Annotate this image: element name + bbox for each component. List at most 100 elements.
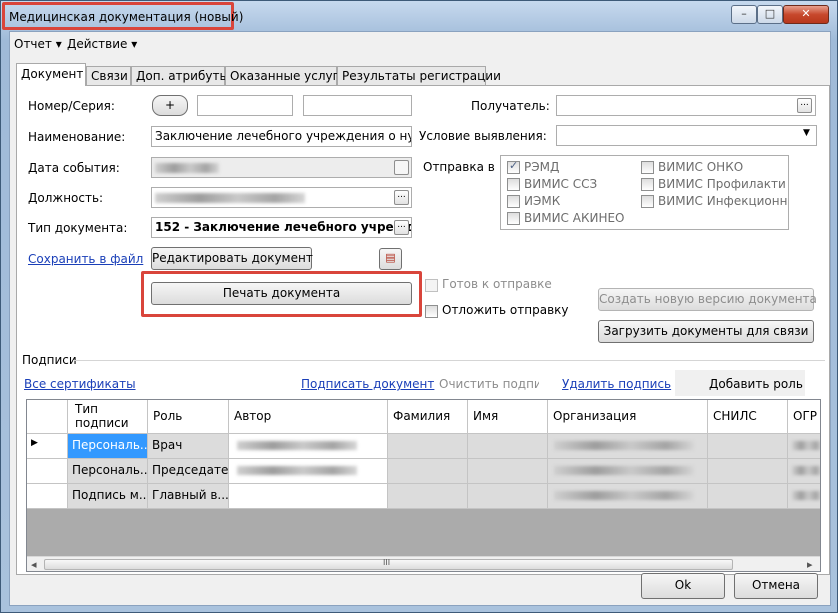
- col-snils[interactable]: СНИЛС: [708, 400, 788, 434]
- redacted-value: [792, 491, 820, 500]
- col-firstname[interactable]: Имя: [468, 400, 548, 434]
- defer-checkbox[interactable]: [425, 305, 438, 318]
- tab-extra-attributes[interactable]: Доп. атрибуты: [131, 66, 229, 85]
- cell-ogrn[interactable]: [788, 434, 820, 459]
- maximize-button[interactable]: □: [757, 5, 783, 24]
- cell-type[interactable]: Персональ...: [68, 459, 148, 484]
- scroll-grip: III: [383, 558, 391, 567]
- row-selector[interactable]: ▶: [27, 434, 68, 459]
- edit-document-button[interactable]: Редактировать документ: [151, 247, 313, 270]
- cell-role[interactable]: Врач: [148, 434, 229, 459]
- series-field[interactable]: [303, 95, 412, 116]
- col-signature-type[interactable]: Тип подписи: [68, 400, 148, 434]
- cell-snils[interactable]: [708, 459, 788, 484]
- cell-firstname[interactable]: [468, 484, 548, 509]
- new-version-button[interactable]: Создать новую версию документа: [598, 288, 817, 311]
- name-label: Наименование:: [28, 130, 126, 144]
- cell-lastname[interactable]: [388, 434, 468, 459]
- window-title: Медицинская документация (новый): [9, 10, 244, 24]
- recipient-select-button[interactable]: ...: [797, 98, 812, 113]
- checkbox[interactable]: [507, 212, 520, 225]
- col-role[interactable]: Роль: [148, 400, 229, 434]
- checkbox[interactable]: [641, 195, 654, 208]
- ready-checkbox[interactable]: [425, 279, 438, 292]
- col-lastname[interactable]: Фамилия: [388, 400, 468, 434]
- redacted-value: [155, 193, 305, 203]
- cell-organization[interactable]: [548, 484, 708, 509]
- cell-author[interactable]: [229, 434, 388, 459]
- doc-type-select-button[interactable]: ...: [394, 220, 409, 235]
- cell-author[interactable]: [229, 484, 388, 509]
- event-date-field[interactable]: [151, 157, 412, 178]
- load-linked-docs-button[interactable]: Загрузить документы для связи: [598, 320, 814, 343]
- cell-type[interactable]: Подпись м...: [68, 484, 148, 509]
- redacted-value: [554, 466, 694, 475]
- checkbox[interactable]: [641, 161, 654, 174]
- sign-document-link[interactable]: Подписать документ: [301, 377, 434, 391]
- position-label: Должность:: [28, 191, 104, 205]
- cell-lastname[interactable]: [388, 484, 468, 509]
- cell-role[interactable]: Председате...: [148, 459, 229, 484]
- cell-ogrn[interactable]: [788, 484, 820, 509]
- number-field[interactable]: [197, 95, 293, 116]
- minimize-button[interactable]: –: [731, 5, 757, 24]
- tab-links[interactable]: Связи: [86, 66, 131, 85]
- redacted-value: [155, 163, 219, 173]
- scroll-left-arrow[interactable]: ◂: [31, 558, 37, 571]
- tab-registration-results[interactable]: Результаты регистрации: [337, 66, 501, 85]
- print-document-button[interactable]: Печать документа: [151, 282, 412, 305]
- cell-snils[interactable]: [708, 434, 788, 459]
- cell-firstname[interactable]: [468, 459, 548, 484]
- defer-label: Отложить отправку: [442, 303, 569, 317]
- cell-snils[interactable]: [708, 484, 788, 509]
- cell-organization[interactable]: [548, 459, 708, 484]
- doc-type-field[interactable]: 152 - Заключение лечебного учреждени: [151, 217, 412, 238]
- col-author[interactable]: Автор: [229, 400, 388, 434]
- cell-role[interactable]: Главный в...: [148, 484, 229, 509]
- pdf-icon[interactable]: ▤: [379, 248, 402, 270]
- condition-select[interactable]: [556, 125, 817, 146]
- clear-signature-link[interactable]: Очистить подпись: [439, 377, 539, 391]
- condition-label: Условие выявления:: [419, 129, 547, 143]
- cell-type[interactable]: Персональ...: [68, 434, 148, 459]
- ok-button[interactable]: Ok: [641, 573, 725, 599]
- cell-lastname[interactable]: [388, 459, 468, 484]
- col-ogrn[interactable]: ОГР: [788, 400, 820, 434]
- cell-ogrn[interactable]: [788, 459, 820, 484]
- event-date-label: Дата события:: [28, 161, 120, 175]
- grid-corner: [27, 400, 68, 434]
- checkbox[interactable]: [507, 195, 520, 208]
- tab-services[interactable]: Оказанные услуги: [225, 66, 347, 85]
- checkbox[interactable]: [507, 178, 520, 191]
- close-button[interactable]: ✕: [783, 5, 829, 24]
- send-to-label: Отправка в: [423, 160, 495, 174]
- title-bar[interactable]: Медицинская документация (новый) – □ ✕: [1, 1, 838, 31]
- horizontal-scrollbar[interactable]: ◂ III ▸: [27, 556, 820, 571]
- add-number-button[interactable]: +: [152, 95, 188, 116]
- redacted-value: [792, 466, 820, 475]
- save-to-file-link[interactable]: Сохранить в файл: [28, 252, 143, 266]
- delete-signature-link[interactable]: Удалить подпись: [562, 377, 671, 391]
- recipient-field[interactable]: [556, 95, 816, 116]
- add-role-button[interactable]: Добавить роль: [709, 377, 803, 391]
- col-organization[interactable]: Организация: [548, 400, 708, 434]
- date-picker-button[interactable]: [394, 160, 409, 175]
- row-selector[interactable]: [27, 459, 68, 484]
- all-certificates-link[interactable]: Все сертификаты: [24, 377, 136, 391]
- cell-firstname[interactable]: [468, 434, 548, 459]
- tab-document[interactable]: Документ: [16, 63, 86, 86]
- chevron-down-icon[interactable]: ▼: [803, 128, 810, 138]
- checkbox[interactable]: [641, 178, 654, 191]
- row-selector[interactable]: [27, 484, 68, 509]
- menu-report[interactable]: Отчет ▾: [14, 37, 62, 51]
- redacted-value: [554, 491, 694, 500]
- cell-organization[interactable]: [548, 434, 708, 459]
- position-field[interactable]: [151, 187, 412, 208]
- cancel-button[interactable]: Отмена: [734, 573, 818, 599]
- checkbox-checked[interactable]: ✓: [507, 159, 520, 174]
- scroll-right-arrow[interactable]: ▸: [807, 558, 813, 571]
- cell-author[interactable]: [229, 459, 388, 484]
- position-select-button[interactable]: ...: [394, 190, 409, 205]
- menu-action[interactable]: Действие ▾: [67, 37, 137, 51]
- name-field[interactable]: Заключение лечебного учреждения о нуждае: [151, 126, 412, 147]
